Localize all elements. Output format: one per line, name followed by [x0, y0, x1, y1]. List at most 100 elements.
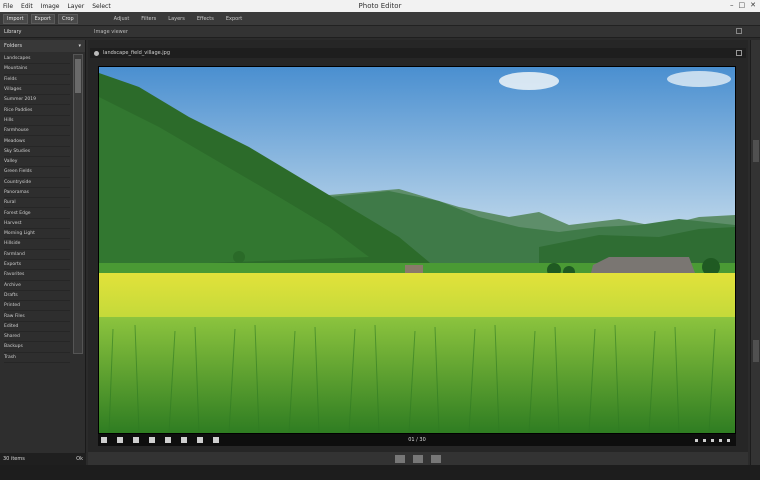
grass-foreground: [99, 317, 735, 433]
dot-icon[interactable]: [695, 438, 698, 442]
bottom-strip: [0, 465, 760, 480]
dot-icon[interactable]: [703, 438, 706, 442]
sidebar-item[interactable]: Harvest: [4, 219, 70, 230]
panel-options-icon[interactable]: [736, 28, 742, 34]
dot-icon[interactable]: [711, 438, 714, 442]
sidebar-item[interactable]: Trash: [4, 353, 70, 363]
tab-filters[interactable]: Filters: [141, 16, 156, 22]
title-bar: File Edit Image Layer Select Photo Edito…: [0, 0, 760, 12]
menu-layer[interactable]: Layer: [67, 3, 84, 10]
sidebar-item[interactable]: Printed: [4, 301, 70, 312]
export-button[interactable]: Export: [30, 13, 55, 24]
single-view-button[interactable]: [413, 454, 423, 463]
sidebar-item[interactable]: Farmhouse: [4, 126, 70, 137]
sidebar-item[interactable]: Countryside: [4, 178, 70, 188]
rail-handle[interactable]: [753, 140, 759, 162]
sidebar-item[interactable]: Drafts: [4, 291, 70, 302]
sidebar-header: Folders ▾: [0, 40, 85, 52]
image-filename: landscape_field_village.jpg: [103, 50, 171, 56]
sidebar-ok-button[interactable]: Ok: [76, 456, 83, 462]
sidebar-item[interactable]: Archive: [4, 281, 70, 291]
sidebar-item[interactable]: Fields: [4, 75, 70, 85]
small-house: [405, 265, 423, 273]
landscape-photo[interactable]: [99, 67, 735, 433]
menu-image[interactable]: Image: [41, 3, 60, 10]
import-button[interactable]: Import: [3, 13, 28, 24]
sidebar-item[interactable]: Meadows: [4, 136, 70, 147]
sidebar-item[interactable]: Mountains: [4, 64, 70, 75]
menu-edit[interactable]: Edit: [21, 3, 33, 10]
minimize-button[interactable]: –: [730, 1, 734, 9]
tab-adjust[interactable]: Adjust: [114, 16, 130, 22]
cloud: [667, 71, 731, 87]
playbar-icons: [98, 437, 219, 443]
viewer-header: landscape_field_village.jpg: [90, 48, 746, 58]
rail-handle[interactable]: [753, 340, 759, 362]
workspace: landscape_field_village.jpg 01 / 30: [88, 40, 748, 452]
dot-icon[interactable]: [719, 438, 722, 442]
sidebar-item[interactable]: Hillside: [4, 239, 70, 250]
zoom-icon[interactable]: [197, 437, 203, 443]
library-label: Library: [4, 28, 22, 35]
right-rail: [750, 40, 760, 465]
sidebar-item[interactable]: Exports: [4, 260, 70, 271]
next-icon[interactable]: [149, 437, 155, 443]
sidebar-item[interactable]: Sky Studies: [4, 147, 70, 157]
scrollbar-thumb[interactable]: [75, 59, 81, 93]
menu-bar: File Edit Image Layer Select: [0, 3, 111, 10]
sidebar-item[interactable]: Summer 2019: [4, 95, 70, 106]
viewer-controls: 01 / 30: [98, 434, 736, 446]
toolbar-tabs: Adjust Filters Layers Effects Export: [114, 16, 243, 22]
sidebar-item[interactable]: Panoramas: [4, 188, 70, 199]
sidebar-item[interactable]: Green Fields: [4, 167, 70, 178]
tab-effects[interactable]: Effects: [197, 16, 214, 22]
maximize-button[interactable]: □: [739, 1, 746, 9]
crop-button[interactable]: Crop: [57, 13, 78, 24]
image-status-icon: [94, 50, 99, 56]
sidebar-item[interactable]: Rice Paddies: [4, 105, 70, 116]
first-icon[interactable]: [101, 437, 107, 443]
dot-icon[interactable]: [727, 438, 730, 442]
tree: [233, 251, 245, 263]
sidebar-item[interactable]: Forest Edge: [4, 208, 70, 219]
cloud: [499, 72, 559, 90]
collapse-icon[interactable]: ▾: [78, 43, 81, 49]
sidebar-item[interactable]: Landscapes: [4, 54, 70, 65]
viewer-label: Image viewer: [94, 28, 128, 35]
landscape-illustration: [99, 67, 735, 433]
sidebar-item[interactable]: Favorites: [4, 270, 70, 281]
close-viewer-icon[interactable]: [736, 50, 742, 56]
menu-file[interactable]: File: [3, 3, 13, 10]
last-icon[interactable]: [165, 437, 171, 443]
menu-select[interactable]: Select: [92, 3, 111, 10]
sidebar-item[interactable]: Villages: [4, 85, 70, 96]
image-frame: [98, 66, 736, 434]
sidebar: Folders ▾ Landscapes Mountains Fields Villa…: [0, 40, 86, 465]
playbar-right-icons: [695, 438, 730, 442]
info-icon[interactable]: [213, 437, 219, 443]
tab-export[interactable]: Export: [226, 16, 242, 22]
sidebar-footer: 30 items Ok: [0, 453, 86, 465]
compare-view-button[interactable]: [431, 454, 441, 463]
sidebar-item[interactable]: Raw Files: [4, 311, 70, 322]
sidebar-scrollbar[interactable]: [73, 54, 83, 354]
fit-icon[interactable]: [181, 437, 187, 443]
status-bar: [88, 452, 748, 465]
grid-view-button[interactable]: [395, 454, 405, 463]
sidebar-item[interactable]: Rural: [4, 198, 70, 209]
sidebar-item[interactable]: Morning Light: [4, 229, 70, 240]
toolbar-buttons: Import Export Crop: [0, 13, 78, 24]
tab-layers[interactable]: Layers: [168, 16, 185, 22]
sidebar-title: Folders: [4, 43, 23, 49]
sidebar-item[interactable]: Backups: [4, 342, 70, 353]
window-controls: – □ ✕: [730, 1, 756, 9]
close-button[interactable]: ✕: [750, 1, 756, 9]
sidebar-item[interactable]: Valley: [4, 157, 70, 168]
sidebar-item[interactable]: Farmland: [4, 250, 70, 260]
play-icon[interactable]: [133, 437, 139, 443]
prev-icon[interactable]: [117, 437, 123, 443]
sidebar-item[interactable]: Hills: [4, 116, 70, 127]
sidebar-item[interactable]: Edited: [4, 322, 70, 333]
window-title: Photo Editor: [358, 2, 402, 10]
sidebar-item[interactable]: Shared: [4, 332, 70, 343]
